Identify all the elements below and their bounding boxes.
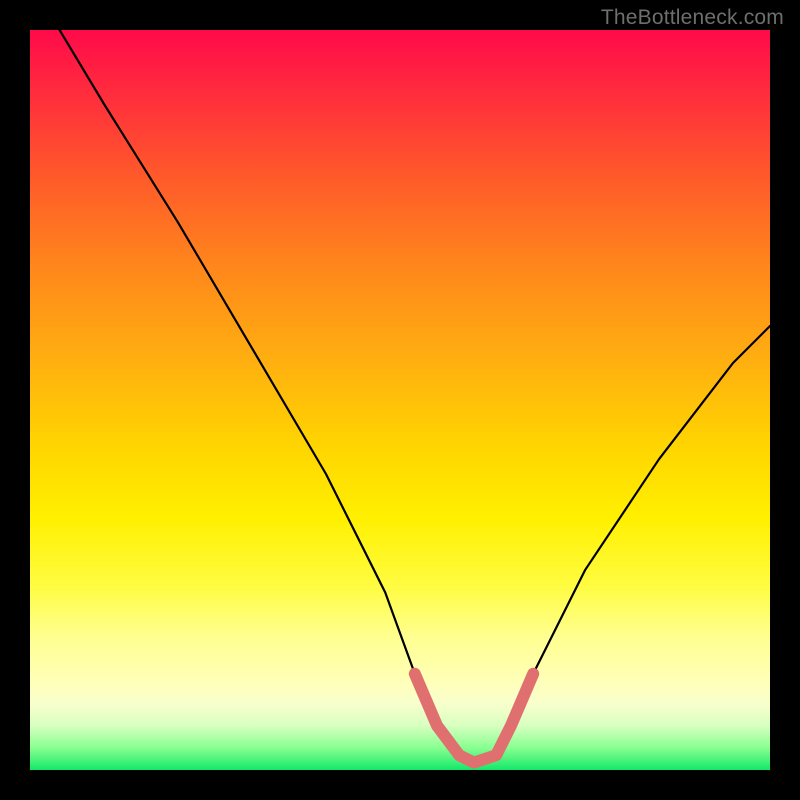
watermark-text: TheBottleneck.com xyxy=(601,6,784,30)
plot-area xyxy=(30,30,770,770)
valley-highlight xyxy=(415,674,533,763)
bottleneck-curve xyxy=(60,30,770,763)
curve-svg xyxy=(30,30,770,770)
chart-frame: TheBottleneck.com xyxy=(0,0,800,800)
